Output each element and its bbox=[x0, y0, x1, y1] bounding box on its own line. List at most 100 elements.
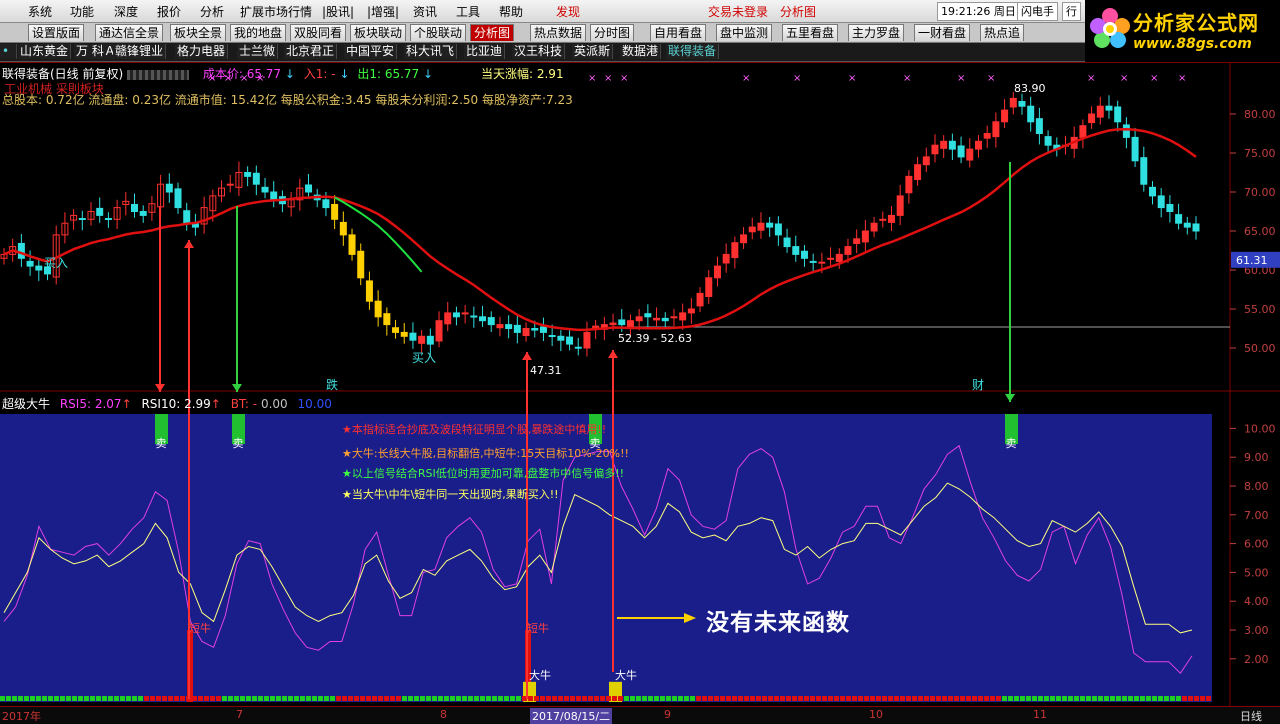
candle bbox=[1105, 105, 1113, 111]
menu-depth[interactable]: 深度 bbox=[114, 3, 138, 20]
tab-item[interactable]: 主力罗盘 bbox=[848, 24, 905, 41]
candle bbox=[661, 317, 669, 322]
signal-strip bbox=[408, 696, 413, 701]
signal-strip bbox=[930, 696, 935, 701]
candle bbox=[1140, 157, 1148, 185]
tab-item[interactable]: 分析图 bbox=[470, 24, 515, 41]
stock-tab[interactable]: 北京君正 bbox=[284, 44, 338, 59]
menu-enhance[interactable]: |增强| bbox=[367, 3, 399, 20]
menu-system[interactable]: 系统 bbox=[28, 3, 52, 20]
clock: 19:21:26 周日 bbox=[937, 2, 1020, 21]
kline-chart[interactable]: 80.0075.0070.0065.0060.0055.0050.0061.31… bbox=[0, 62, 1280, 706]
signal-strip bbox=[486, 696, 491, 701]
tab-item[interactable]: 一财看盘 bbox=[914, 24, 971, 41]
candle bbox=[818, 261, 826, 264]
date-label: 2017年 bbox=[2, 710, 41, 723]
stock-title: 联得装备(日线 前复权) bbox=[2, 67, 124, 81]
candle bbox=[800, 250, 808, 259]
price-high-label: 83.90 bbox=[1014, 82, 1046, 95]
menu-tools[interactable]: 工具 bbox=[456, 3, 480, 20]
menu-discover[interactable]: 发现 bbox=[556, 3, 580, 20]
stock-tab[interactable]: 山东黄金 bbox=[18, 44, 72, 59]
tab-item[interactable]: 热点追 bbox=[980, 24, 1025, 41]
candle bbox=[1122, 124, 1130, 138]
more-button[interactable]: 行 bbox=[1062, 2, 1081, 21]
candle bbox=[418, 335, 426, 344]
signal-strip bbox=[228, 696, 233, 701]
candle bbox=[713, 265, 721, 279]
signal-strip bbox=[726, 696, 731, 701]
candle bbox=[583, 331, 591, 349]
stock-tab[interactable]: 数据港 bbox=[620, 44, 662, 59]
signal-strip bbox=[174, 696, 179, 701]
signal-strip bbox=[390, 696, 395, 701]
signal-strip bbox=[348, 696, 353, 701]
tab-item[interactable]: 通达信全景 bbox=[95, 24, 164, 41]
signal-strip bbox=[216, 696, 221, 701]
tab-item[interactable]: 板块全景 bbox=[170, 24, 227, 41]
candle bbox=[539, 326, 547, 333]
menu-help[interactable]: 帮助 bbox=[499, 3, 523, 20]
tab-item[interactable]: 盘中监测 bbox=[716, 24, 773, 41]
menu-info[interactable]: 资讯 bbox=[413, 3, 437, 20]
stock-tab[interactable]: 格力电器 bbox=[175, 44, 229, 59]
candle bbox=[853, 238, 861, 244]
signal-strip bbox=[72, 696, 77, 701]
signal-strip bbox=[48, 696, 53, 701]
signal-strip bbox=[1002, 696, 1007, 701]
candle bbox=[226, 183, 234, 186]
tab-item[interactable]: 五里看盘 bbox=[782, 24, 839, 41]
stock-tab[interactable]: 赣锋锂业 bbox=[113, 44, 167, 59]
candle bbox=[574, 346, 582, 349]
menu-extended-market[interactable]: 扩展市场行情 bbox=[240, 3, 312, 20]
signal-strip bbox=[258, 696, 263, 701]
stock-tab[interactable]: 比亚迪 bbox=[464, 44, 506, 59]
signal-strip bbox=[312, 696, 317, 701]
stock-tab[interactable]: 汉王科技 bbox=[512, 44, 566, 59]
tab-item[interactable]: 板块联动 bbox=[350, 24, 407, 41]
signal-strip bbox=[978, 696, 983, 701]
stock-tab[interactable]: 英派斯 bbox=[572, 44, 614, 59]
signal-strip bbox=[1086, 696, 1091, 701]
candle bbox=[1096, 105, 1104, 118]
stock-tab[interactable]: 中国平安 bbox=[344, 44, 398, 59]
stock-bar-bullet: • bbox=[0, 44, 17, 59]
stock-tab[interactable]: 士兰微 bbox=[237, 44, 279, 59]
fundamentals-line: 总股本: 0.72亿 流通盘: 0.23亿 流通市值: 15.42亿 每股公积金… bbox=[2, 93, 573, 107]
tab-item[interactable]: 个股联动 bbox=[410, 24, 467, 41]
signal-strip bbox=[1158, 696, 1163, 701]
signal-strip bbox=[828, 696, 833, 701]
signal-strip bbox=[816, 696, 821, 701]
candle bbox=[348, 234, 356, 255]
tab-item[interactable]: 双股同看 bbox=[290, 24, 347, 41]
tab-item[interactable]: 自用看盘 bbox=[650, 24, 707, 41]
signal-strip bbox=[906, 696, 911, 701]
candle bbox=[78, 218, 86, 221]
candle bbox=[766, 222, 774, 228]
signal-strip bbox=[1188, 696, 1193, 701]
menu-quote[interactable]: 报价 bbox=[157, 3, 181, 20]
indicator-y-label: 5.00 bbox=[1244, 566, 1269, 579]
flash-trade-button[interactable]: 闪电手 bbox=[1017, 2, 1058, 21]
signal-x-mark: × bbox=[848, 73, 856, 84]
up-arrow-head bbox=[522, 352, 532, 360]
tab-item[interactable]: 设置版面 bbox=[28, 24, 85, 41]
date-label: 7 bbox=[236, 708, 243, 721]
trade-login-status[interactable]: 交易未登录 bbox=[708, 3, 768, 20]
candle bbox=[653, 317, 661, 321]
candle bbox=[905, 175, 913, 194]
menu-stock-news[interactable]: |股讯| bbox=[322, 3, 354, 20]
stock-tab[interactable]: 科大讯飞 bbox=[404, 44, 458, 59]
period-label[interactable]: 日线 bbox=[1240, 708, 1262, 724]
candle bbox=[1148, 186, 1156, 197]
candle bbox=[104, 218, 112, 221]
candle bbox=[557, 335, 565, 341]
menu-function[interactable]: 功能 bbox=[70, 3, 94, 20]
tab-item[interactable]: 我的地盘 bbox=[230, 24, 287, 41]
signal-strip bbox=[252, 696, 257, 701]
tab-item[interactable]: 热点数据 bbox=[530, 24, 587, 41]
analysis-chart-label[interactable]: 分析图 bbox=[780, 3, 816, 20]
tab-item[interactable]: 分时图 bbox=[590, 24, 635, 41]
stock-tab[interactable]: 联得装备 bbox=[666, 44, 720, 59]
menu-analysis[interactable]: 分析 bbox=[200, 3, 224, 20]
